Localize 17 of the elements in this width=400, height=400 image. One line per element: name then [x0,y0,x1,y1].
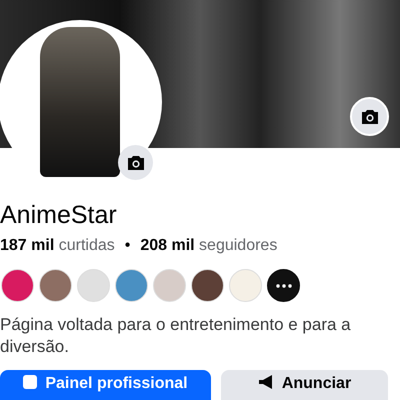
megaphone-icon [258,375,274,389]
followers-count[interactable]: 208 mil seguidores [140,236,278,256]
likes-count[interactable]: 187 mil curtidas [0,236,115,256]
page-description: Página voltada para o entretenimento e para a diversão. [0,314,352,358]
more-followers-button[interactable] [267,269,300,302]
follower-avatar[interactable] [39,269,72,302]
advertise-button[interactable]: Anunciar [221,370,388,400]
professional-dashboard-button[interactable]: Painel profissional [0,370,211,400]
follower-avatar[interactable] [1,269,34,302]
separator-dot: • [124,236,130,256]
dashboard-icon [23,375,38,389]
more-icon [276,284,292,288]
page-name: AnimeStar [0,200,118,230]
edit-profile-picture-button[interactable] [118,145,153,180]
follower-avatar[interactable] [191,269,224,302]
camera-icon [126,154,144,170]
camera-icon [360,108,378,124]
